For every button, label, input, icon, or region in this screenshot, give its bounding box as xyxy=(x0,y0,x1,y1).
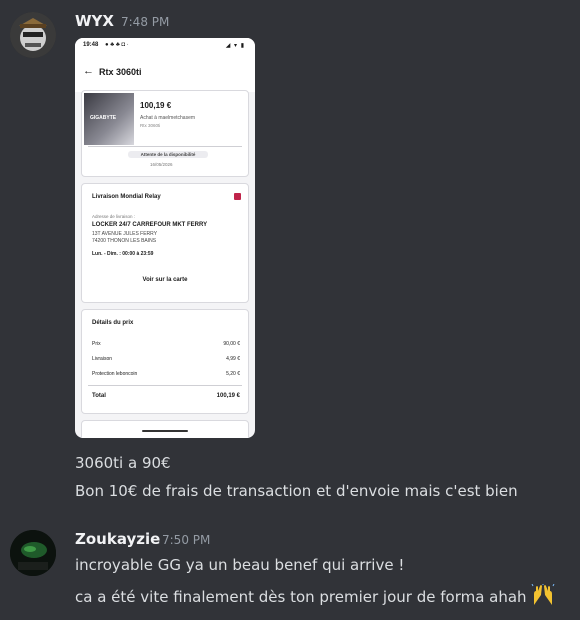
price-row-label: Prix xyxy=(92,341,101,347)
raising-hands-icon xyxy=(531,583,555,605)
image-attachment[interactable]: 19:48 ● ♣ ♣ ◘ · ◢ ▾ ▮ ← Rtx 3060ti GIGAB… xyxy=(75,38,255,438)
address-name: LOCKER 24/7 CARREFOUR MKT FERRY xyxy=(92,222,208,228)
price-row-value: 5,20 € xyxy=(226,371,240,377)
product-name: Rtx 3060ti xyxy=(140,123,161,128)
address-line2: 74200 THONON LES BAINS xyxy=(92,238,157,244)
timestamp: 7:48 PM xyxy=(121,15,170,29)
total-label: Total xyxy=(92,393,106,399)
message-text: Bon 10€ de frais de transaction et d'env… xyxy=(75,482,518,500)
username[interactable]: Zoukayzie xyxy=(75,530,160,548)
back-arrow-icon: ← xyxy=(83,65,94,77)
price-details-card: Détails du prix Prix 90,00 € Livraison 4… xyxy=(81,309,249,414)
product-price: 100,19 € xyxy=(140,101,172,110)
total-value: 100,19 € xyxy=(216,393,240,399)
price-row-label: Livraison xyxy=(92,356,113,362)
opening-hours: Lun. - Dim. : 00:00 à 23:59 xyxy=(92,251,154,257)
username[interactable]: WYX xyxy=(75,12,114,30)
status-date: 16/05/2026 xyxy=(150,162,173,167)
divider xyxy=(88,385,242,386)
map-link[interactable]: Voir sur la carte xyxy=(82,277,248,283)
status-icons: ◢ ▾ ▮ xyxy=(225,43,245,49)
divider xyxy=(88,146,242,147)
notification-icons: ● ♣ ♣ ◘ · xyxy=(105,42,129,48)
price-details-title: Détails du prix xyxy=(92,320,134,326)
message-wyx: WYX 7:48 PM 19:48 ● ♣ ♣ ◘ · ◢ ▾ ▮ ← Rtx … xyxy=(0,0,580,510)
address-label: Adresse de livraison : xyxy=(92,214,136,219)
phone-status-bar: 19:48 ● ♣ ♣ ◘ · ◢ ▾ ▮ xyxy=(75,38,255,54)
delivery-card: Livraison Mondial Relay Adresse de livra… xyxy=(81,183,249,303)
price-row-value: 90,00 € xyxy=(223,341,240,347)
phone-page-title: Rtx 3060ti xyxy=(99,67,142,77)
message-text: ca a été vite finalement dès ton premier… xyxy=(75,583,555,606)
product-brand-text: GIGABYTE xyxy=(90,115,117,121)
product-card: GIGABYTE 100,19 € Achat à maelmetchasem … xyxy=(81,90,249,177)
product-seller: Achat à maelmetchasem xyxy=(140,115,196,121)
status-badge: Attente de la disponibilité xyxy=(128,151,208,158)
phone-header: ← Rtx 3060ti xyxy=(75,54,255,92)
avatar[interactable] xyxy=(10,12,56,58)
message-text: incroyable GG ya un beau benef qui arriv… xyxy=(75,556,405,574)
timestamp: 7:50 PM xyxy=(162,533,211,547)
avatar-image-icon xyxy=(10,530,56,576)
next-card xyxy=(81,420,249,438)
price-row-label: Protection leboncoin xyxy=(92,371,138,377)
delivery-title: Livraison Mondial Relay xyxy=(92,194,161,200)
price-row-value: 4,99 € xyxy=(226,356,240,362)
message-zoukayzie: Zoukayzie 7:50 PM incroyable GG ya un be… xyxy=(0,520,580,620)
message-text-content: ca a été vite finalement dès ton premier… xyxy=(75,588,527,606)
mondial-relay-icon xyxy=(234,193,241,200)
product-image: GIGABYTE xyxy=(84,93,134,145)
avatar[interactable] xyxy=(10,530,56,576)
avatar-image-icon xyxy=(10,12,56,58)
message-text: 3060ti a 90€ xyxy=(75,454,171,472)
address-line1: 13T AVENUE JULES FERRY xyxy=(92,231,158,237)
status-time: 19:48 xyxy=(83,42,99,48)
home-indicator xyxy=(142,430,188,432)
